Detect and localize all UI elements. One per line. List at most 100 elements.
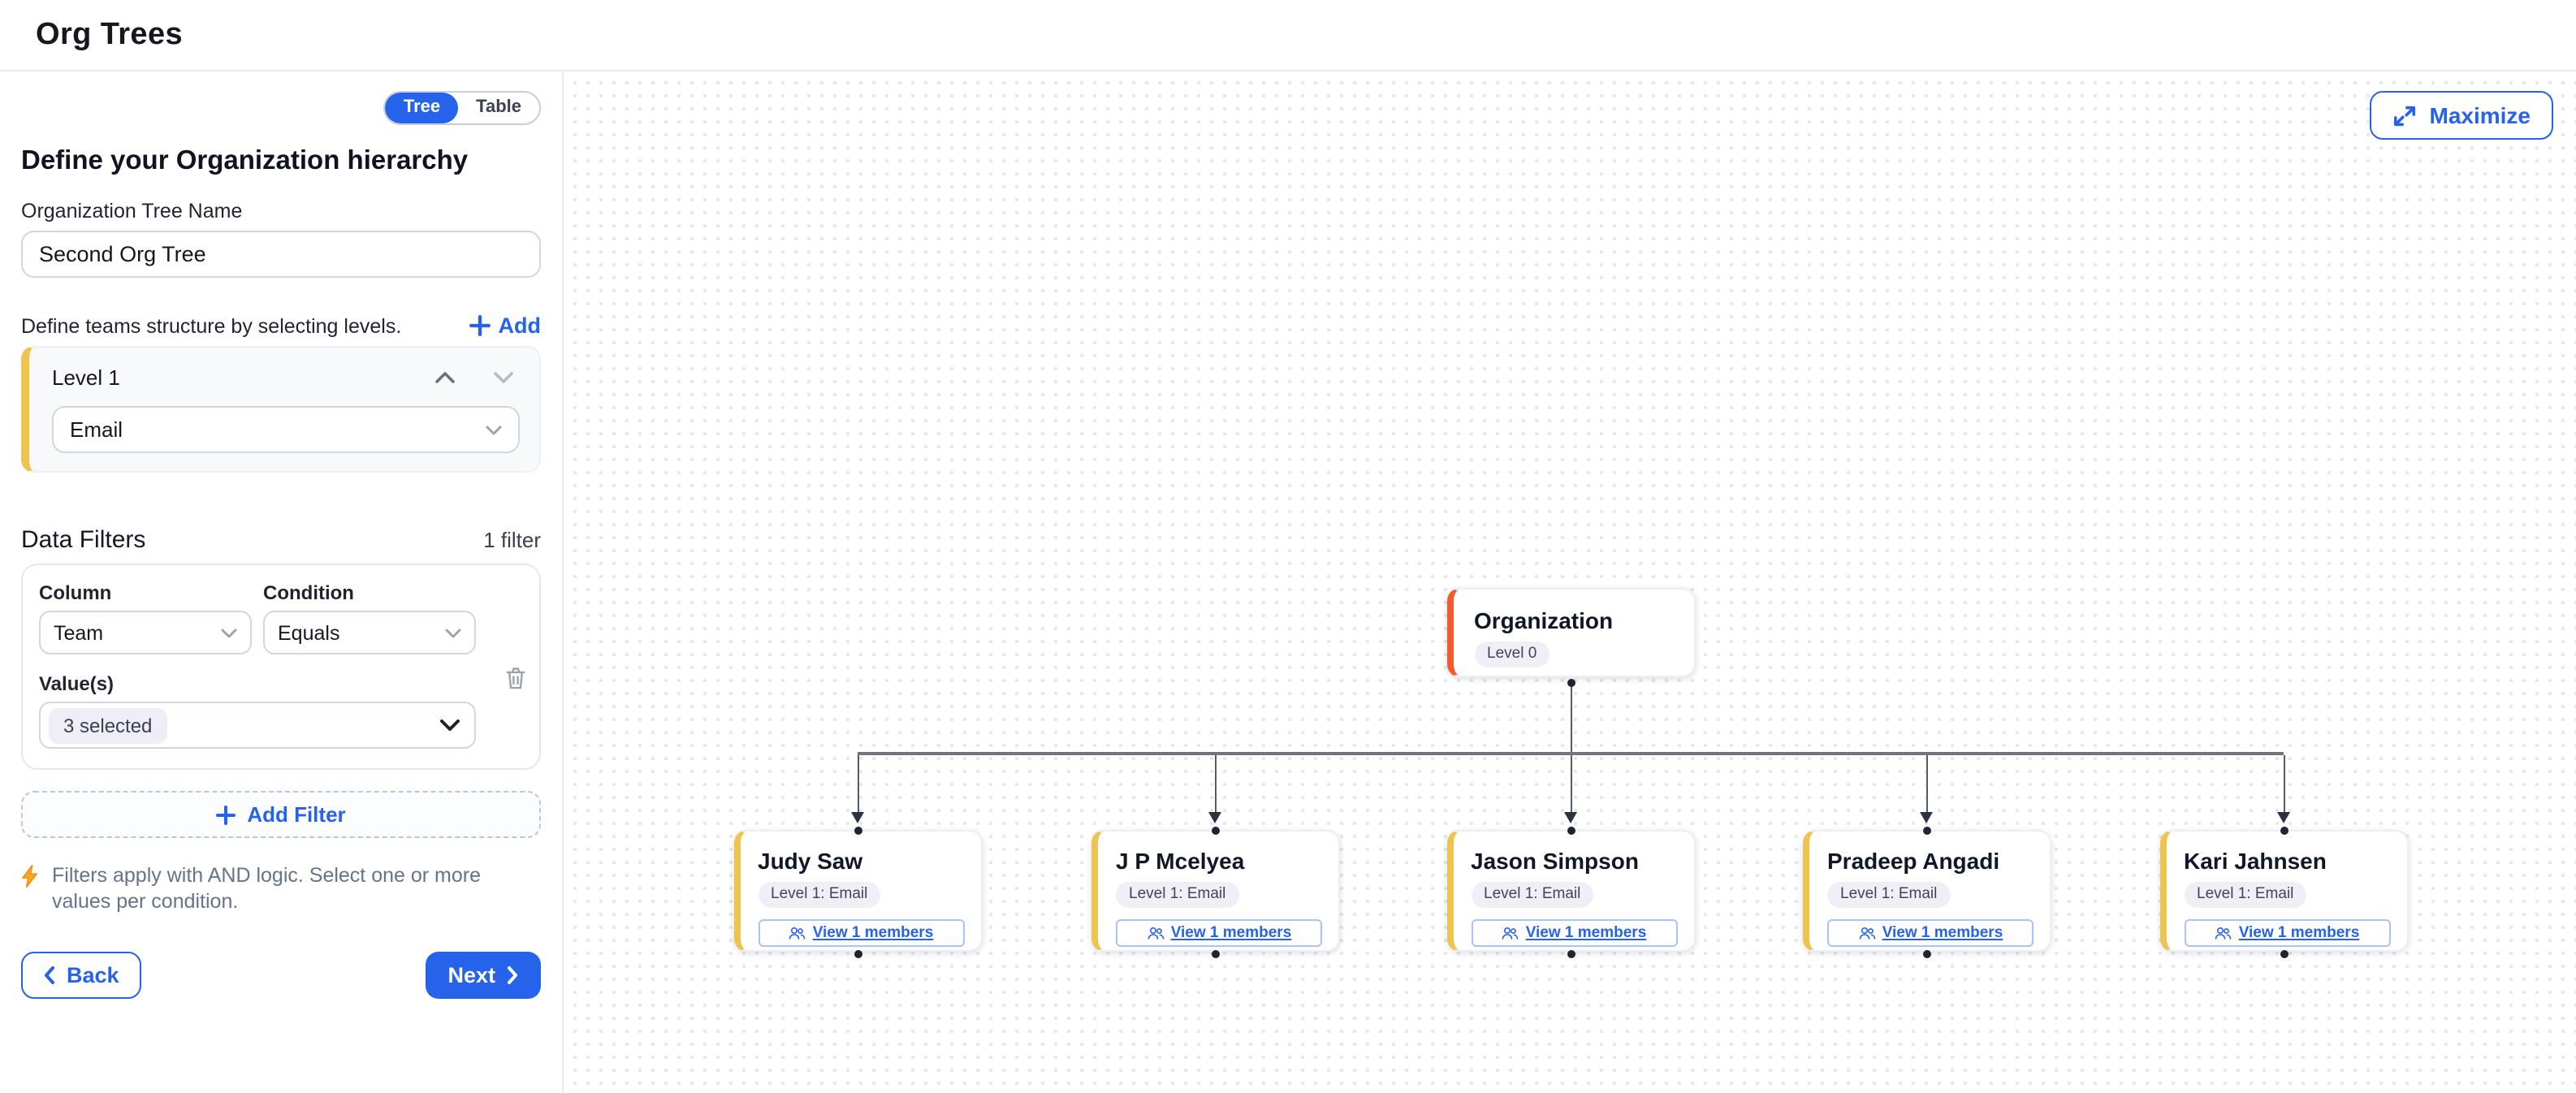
selected-values-chip: 3 selected — [49, 707, 166, 743]
view-members-button[interactable]: View 1 members — [1827, 918, 2034, 946]
back-label: Back — [67, 962, 119, 987]
maximize-button[interactable]: Maximize — [2370, 91, 2554, 140]
members-icon — [1147, 925, 1165, 940]
add-level-label: Add — [499, 313, 542, 338]
view-members-button[interactable]: View 1 members — [1116, 918, 1322, 946]
chevron-down-icon — [494, 372, 513, 383]
level-card: Level 1 Email — [21, 346, 541, 473]
org-node[interactable]: Judy Saw Level 1: Email View 1 members — [733, 830, 982, 952]
connection-handle[interactable] — [1923, 827, 1931, 835]
org-node-root[interactable]: Organization Level 0 — [1446, 588, 1695, 677]
view-members-button[interactable]: View 1 members — [1471, 918, 1677, 946]
view-members-button[interactable]: View 1 members — [758, 918, 964, 946]
org-node[interactable]: Pradeep Angadi Level 1: Email View 1 mem… — [1803, 830, 2051, 952]
connection-handle[interactable] — [1212, 827, 1220, 835]
connector-root-line — [1570, 685, 1571, 754]
members-icon — [2215, 925, 2232, 940]
members-icon — [1858, 925, 1876, 940]
members-icon — [789, 925, 806, 940]
view-members-label: View 1 members — [813, 923, 934, 941]
view-members-button[interactable]: View 1 members — [2184, 918, 2390, 946]
connector-drop-line — [1570, 755, 1571, 814]
level-reorder-controls — [435, 372, 520, 383]
next-label: Next — [447, 962, 495, 987]
maximize-label: Maximize — [2430, 102, 2531, 128]
wizard-nav: Back Next — [21, 951, 541, 998]
toggle-option-tree[interactable]: Tree — [386, 93, 458, 123]
node-level-badge: Level 1: Email — [1827, 882, 1950, 907]
add-filter-label: Add Filter — [247, 802, 345, 827]
chevron-down-icon — [486, 425, 502, 434]
connector-drop-line — [2283, 755, 2284, 814]
lightning-icon — [21, 864, 39, 888]
back-button[interactable]: Back — [21, 951, 142, 998]
org-node[interactable]: Kari Jahnsen Level 1: Email View 1 membe… — [2159, 830, 2408, 952]
arrow-down-icon — [850, 812, 863, 823]
connection-handle[interactable] — [854, 950, 862, 958]
data-filters-header: Data Filters 1 filter — [21, 526, 541, 554]
connection-handle[interactable] — [2280, 827, 2288, 835]
node-title: Pradeep Angadi — [1827, 849, 2034, 872]
filter-column-select[interactable]: Team — [39, 611, 252, 655]
level-column-value: Email — [70, 417, 123, 442]
level-column-select[interactable]: Email — [52, 406, 520, 453]
connection-handle[interactable] — [1567, 950, 1575, 958]
filter-fields: Column Team Condition Equals — [39, 581, 523, 655]
filter-condition-select[interactable]: Equals — [263, 611, 476, 655]
node-title: Jason Simpson — [1471, 849, 1677, 872]
node-level-badge: Level 1: Email — [1471, 882, 1593, 907]
node-level-badge: Level 1: Email — [1116, 882, 1238, 907]
level-card-header: Level 1 — [52, 365, 520, 390]
connection-handle[interactable] — [1923, 950, 1931, 958]
filter-condition-value: Equals — [278, 621, 339, 644]
filter-column-label: Column — [39, 581, 252, 604]
connection-handle[interactable] — [1567, 827, 1575, 835]
levels-header: Define teams structure by selecting leve… — [21, 313, 541, 338]
view-members-label: View 1 members — [1171, 923, 1292, 941]
members-icon — [1502, 925, 1519, 940]
connector-drop-line — [857, 755, 858, 814]
filter-values-label: Value(s) — [39, 672, 523, 695]
org-node[interactable]: Jason Simpson Level 1: Email View 1 memb… — [1446, 830, 1695, 952]
level-move-down-button[interactable] — [494, 372, 513, 383]
expand-icon — [2392, 103, 2417, 127]
view-members-label: View 1 members — [2239, 923, 2360, 941]
trash-icon — [505, 666, 526, 690]
chevron-down-icon — [440, 719, 460, 731]
connection-handle[interactable] — [1567, 678, 1575, 686]
next-button[interactable]: Next — [425, 951, 541, 998]
add-level-button[interactable]: Add — [469, 313, 542, 338]
node-title: Kari Jahnsen — [2184, 849, 2390, 872]
arrow-down-icon — [1208, 812, 1221, 823]
connector-drop-line — [1926, 755, 1928, 814]
chevron-left-icon — [44, 966, 55, 983]
filters-note: Filters apply with AND logic. Select one… — [21, 862, 541, 915]
view-toggle-row: Tree Table — [21, 91, 541, 125]
arrow-down-icon — [2276, 812, 2289, 823]
connection-handle[interactable] — [1212, 950, 1220, 958]
tree-name-input[interactable] — [21, 231, 541, 278]
arrow-down-icon — [1920, 812, 1933, 823]
level-title: Level 1 — [52, 365, 120, 390]
org-trees-page: Org Trees Tree Table Define your Organiz… — [0, 0, 2576, 1093]
connection-handle[interactable] — [2280, 950, 2288, 958]
filter-values-select[interactable]: 3 selected — [39, 702, 476, 749]
tree-name-label: Organization Tree Name — [21, 200, 541, 222]
page-title: Org Trees — [36, 17, 183, 53]
level-move-up-button[interactable] — [435, 372, 455, 383]
panel-heading: Define your Organization hierarchy — [21, 146, 541, 177]
delete-filter-button[interactable] — [505, 666, 526, 690]
org-node[interactable]: J P Mcelyea Level 1: Email View 1 member… — [1091, 830, 1340, 952]
chevron-down-icon — [221, 628, 237, 637]
connection-handle[interactable] — [854, 827, 862, 835]
add-filter-button[interactable]: Add Filter — [21, 791, 541, 838]
node-level-badge: Level 1: Email — [758, 882, 880, 907]
tree-table-toggle[interactable]: Tree Table — [384, 91, 541, 125]
toggle-option-table[interactable]: Table — [458, 93, 539, 123]
filter-count-badge: 1 filter — [483, 528, 541, 552]
org-tree-canvas[interactable]: Maximize Organization Level 0 — [565, 73, 2576, 1093]
levels-description: Define teams structure by selecting leve… — [21, 314, 401, 337]
filter-column-value: Team — [54, 621, 103, 644]
chevron-up-icon — [435, 372, 455, 383]
node-level-badge: Level 0 — [1474, 642, 1549, 667]
